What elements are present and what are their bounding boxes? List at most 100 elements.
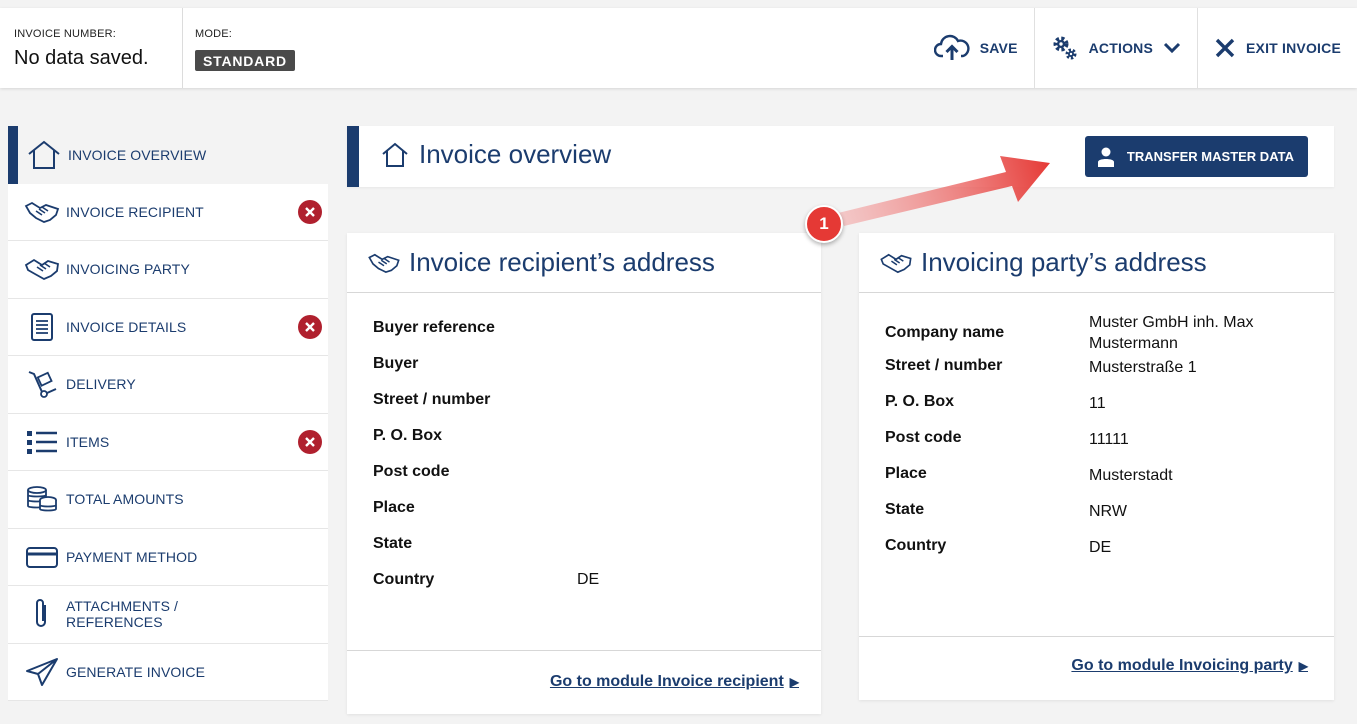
transfer-master-data-button[interactable]: TRANSFER MASTER DATA xyxy=(1084,136,1308,177)
home-icon xyxy=(24,139,64,171)
field-label: State xyxy=(373,535,413,552)
field-label: Country xyxy=(373,571,435,588)
card-footer: Go to module Invoice recipient ▶ xyxy=(347,650,821,714)
actions-label: ACTIONS xyxy=(1088,40,1154,56)
field-label: Country xyxy=(885,537,947,554)
table-row: Place Musterstadt xyxy=(885,465,1299,501)
go-to-invoicing-party-link[interactable]: Go to module Invoicing party ▶ xyxy=(1071,657,1308,675)
go-to-invoice-recipient-link[interactable]: Go to module Invoice recipient ▶ xyxy=(550,673,799,691)
error-badge xyxy=(298,314,322,339)
sidebar-item-label: GENERATE INVOICE xyxy=(66,663,206,680)
document-icon xyxy=(22,311,62,343)
table-row: Buyer reference xyxy=(373,319,599,355)
table-row: Country DE xyxy=(885,537,1299,573)
transfer-master-data-label: TRANSFER MASTER DATA xyxy=(1126,149,1294,164)
sidebar-item-invoicing-party[interactable]: INVOICING PARTY xyxy=(8,241,328,299)
field-label: P. O. Box xyxy=(373,427,443,444)
sidebar-item-label: INVOICING PARTY xyxy=(66,261,190,278)
page-title: Invoice overview xyxy=(381,139,611,170)
field-value: 11 xyxy=(1089,395,1106,412)
invoicing-party-card: Invoicing party’s address Company name Mu… xyxy=(859,233,1334,700)
cloud-upload-icon xyxy=(933,34,970,60)
sidebar-item-invoice-recipient[interactable]: INVOICE RECIPIENT xyxy=(8,183,328,241)
card-footer: Go to module Invoicing party ▶ xyxy=(859,636,1334,700)
handshake-icon xyxy=(22,196,62,228)
address-rows: Buyer reference Buyer Street / number P.… xyxy=(373,319,599,607)
table-row: State xyxy=(373,535,599,571)
sidebar-item-label: ATTACHMENTS / REFERENCES xyxy=(66,598,179,631)
sidebar-item-label: PAYMENT METHOD xyxy=(66,548,198,565)
table-row: P. O. Box 11 xyxy=(885,393,1299,429)
table-row: Buyer xyxy=(373,355,599,391)
link-text: Go to module Invoicing party xyxy=(1071,657,1293,674)
sidebar-item-total-amounts[interactable]: TOTAL AMOUNTS xyxy=(8,471,328,529)
hand-truck-icon xyxy=(22,368,62,400)
sidebar-item-payment-method[interactable]: PAYMENT METHOD xyxy=(8,528,328,586)
mode-label: MODE: xyxy=(195,28,233,40)
handshake-icon xyxy=(22,253,62,285)
field-label: Place xyxy=(373,499,415,516)
close-icon xyxy=(305,206,315,217)
sidebar-item-invoice-overview[interactable]: INVOICE OVERVIEW xyxy=(8,126,328,184)
invoice-number-block: INVOICE NUMBER: No data saved. xyxy=(14,8,182,88)
page-title-bar: Invoice overview TRANSFER MASTER DATA xyxy=(347,126,1334,187)
field-label: Place xyxy=(885,465,927,482)
invoice-recipient-card: Invoice recipient’s address Buyer refere… xyxy=(347,233,821,714)
address-rows: Company name Muster GmbH inh. Max Musterm… xyxy=(885,314,1299,573)
card-title-text: Invoice recipient’s address xyxy=(409,247,715,277)
field-value: DE xyxy=(1089,539,1112,556)
field-value: DE xyxy=(577,571,600,588)
field-label: Street / number xyxy=(885,357,1003,374)
triangle-right-icon: ▶ xyxy=(1298,659,1308,673)
mode-badge: STANDARD xyxy=(195,50,295,71)
close-icon xyxy=(305,321,315,332)
table-row: Place xyxy=(373,499,599,535)
field-label: State xyxy=(885,501,925,518)
table-row: Company name Muster GmbH inh. Max Musterm… xyxy=(885,309,1299,357)
field-label: Company name xyxy=(885,324,1005,341)
field-label: Buyer reference xyxy=(373,319,495,336)
sidebar-nav: INVOICE OVERVIEW INVOICE RECIPIENT INVOI… xyxy=(8,126,328,701)
home-icon xyxy=(382,142,408,167)
save-label: SAVE xyxy=(979,40,1018,56)
field-label: Street / number xyxy=(373,391,491,408)
sidebar-item-label: ITEMS xyxy=(66,433,110,450)
sidebar-item-delivery[interactable]: DELIVERY xyxy=(8,356,328,414)
link-text: Go to module Invoice recipient xyxy=(549,673,784,690)
table-row: State NRW xyxy=(885,501,1299,537)
error-badge xyxy=(298,199,322,224)
chevron-down-icon xyxy=(1163,42,1181,54)
paper-plane-icon xyxy=(22,656,62,688)
handshake-icon xyxy=(880,253,912,273)
sidebar-item-items[interactable]: ITEMS xyxy=(8,413,328,471)
paperclip-icon xyxy=(22,598,62,630)
invoice-number-value: No data saved. xyxy=(14,47,149,69)
exit-label: EXIT INVOICE xyxy=(1246,40,1341,56)
header-actions: SAVE ACTIONS EXIT INVOICE xyxy=(918,8,1357,88)
field-value: Muster GmbH inh. Max Mustermann xyxy=(1089,314,1254,352)
page-title-text: Invoice overview xyxy=(419,139,612,169)
exit-invoice-button[interactable]: EXIT INVOICE xyxy=(1197,8,1357,88)
sidebar-item-invoice-details[interactable]: INVOICE DETAILS xyxy=(8,298,328,356)
field-value: NRW xyxy=(1089,503,1127,520)
card-title: Invoice recipient’s address xyxy=(347,233,821,293)
sidebar-item-attachments[interactable]: ATTACHMENTS / REFERENCES xyxy=(8,586,328,644)
field-label: Post code xyxy=(373,463,450,480)
save-button[interactable]: SAVE xyxy=(918,8,1034,88)
sidebar-item-generate-invoice[interactable]: GENERATE INVOICE xyxy=(8,643,328,701)
list-icon xyxy=(22,426,62,458)
table-row: Country DE xyxy=(373,571,599,607)
field-value: 11111 xyxy=(1089,431,1129,448)
gears-icon xyxy=(1053,36,1077,60)
field-value: Musterstadt xyxy=(1089,467,1173,484)
table-row: P. O. Box xyxy=(373,427,599,463)
sidebar-item-label: INVOICE OVERVIEW xyxy=(68,146,207,163)
table-row: Street / number xyxy=(373,391,599,427)
field-label: P. O. Box xyxy=(885,393,955,410)
sidebar-item-label: DELIVERY xyxy=(66,376,136,393)
coins-icon xyxy=(22,483,62,515)
mode-block: MODE: STANDARD xyxy=(182,8,322,88)
sidebar-item-label: TOTAL AMOUNTS xyxy=(66,491,184,508)
actions-button[interactable]: ACTIONS xyxy=(1033,8,1197,88)
field-label: Post code xyxy=(885,429,962,446)
